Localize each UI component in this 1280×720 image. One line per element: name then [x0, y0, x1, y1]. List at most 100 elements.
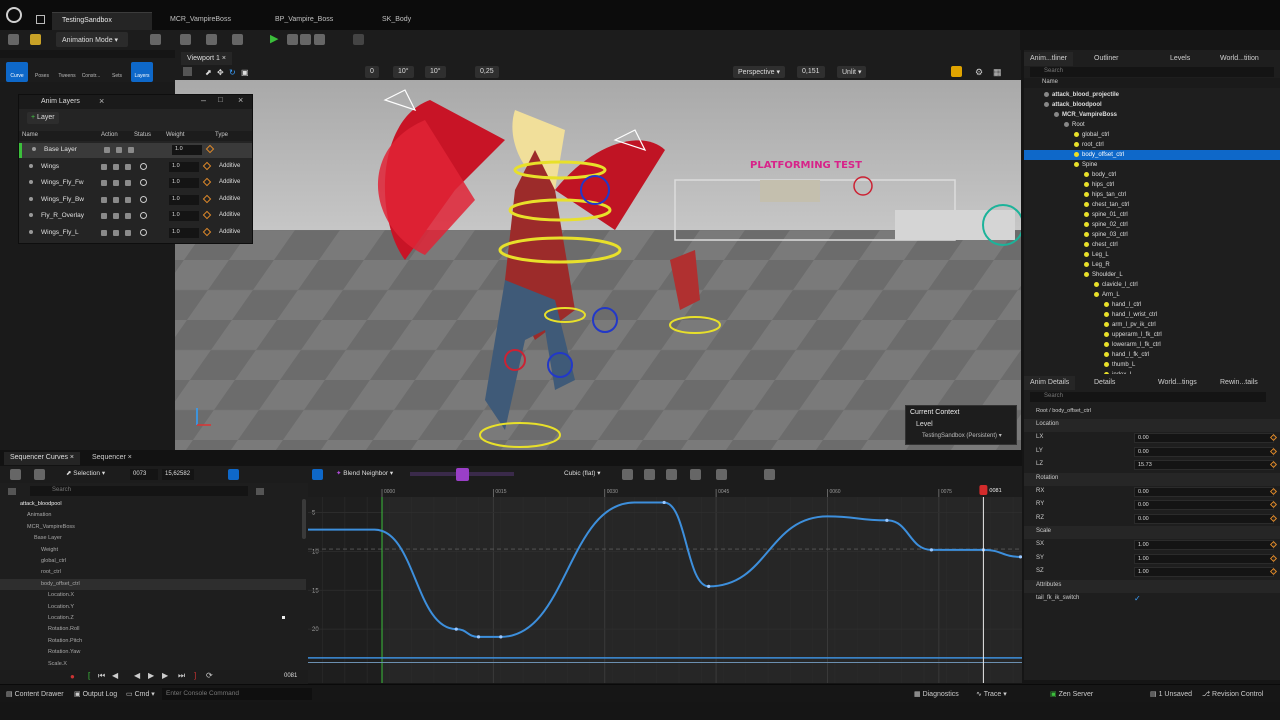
curve-key[interactable] [476, 635, 481, 639]
sequencer-search-input[interactable]: Search [30, 486, 248, 496]
property-value-field[interactable]: 0.00 [1134, 433, 1274, 443]
outliner-item[interactable]: body_offset_ctrl [1024, 150, 1280, 160]
maximize-icon[interactable]: □ [218, 95, 223, 104]
eject-icon[interactable] [314, 34, 325, 45]
details-search-input[interactable]: Search [1030, 392, 1266, 402]
window-close-icon[interactable]: × [238, 95, 243, 105]
track-row[interactable]: Location.Y [0, 602, 306, 613]
outliner-item[interactable]: global_ctrl [1024, 130, 1280, 140]
key-weight-icon[interactable] [202, 177, 212, 187]
close-icon[interactable]: × [99, 96, 104, 106]
mode-layers[interactable]: Layers [131, 62, 153, 82]
viewport-tab[interactable]: Viewport 1 × [181, 52, 232, 65]
diagnostics-button[interactable]: ▦ Diagnostics [914, 690, 959, 698]
layer-row[interactable]: Wings 1.0 Additive [19, 160, 252, 175]
mute-icon[interactable] [140, 162, 147, 170]
perspective-dropdown[interactable]: Perspective ▾ [733, 66, 786, 78]
select-icon[interactable] [125, 180, 131, 187]
key-property-icon[interactable] [1269, 514, 1278, 522]
lock-icon[interactable] [101, 180, 107, 187]
scale-snap[interactable]: 0,25 [475, 66, 499, 78]
property-value-field[interactable]: 15.73 [1134, 460, 1274, 470]
play-icon[interactable]: ▶ [148, 671, 154, 680]
outliner-item[interactable]: Leg_L [1024, 250, 1280, 260]
filter-icon[interactable] [8, 488, 16, 495]
tab-outliner[interactable]: Outliner [1088, 52, 1125, 66]
interp-dropdown[interactable]: Cubic (flat) ▾ [564, 469, 601, 477]
unsaved-button[interactable]: ▤ 1 Unsaved [1150, 690, 1192, 698]
save-icon[interactable] [8, 34, 19, 45]
property-value-field[interactable]: 1.00 [1134, 567, 1274, 577]
curve-editor[interactable]: -001500000015003000450060007500900105012… [308, 483, 1022, 683]
view-icon[interactable] [34, 469, 45, 480]
layer-type[interactable]: Additive [219, 229, 240, 235]
key-weight-icon[interactable] [202, 194, 212, 204]
mute-icon[interactable] [140, 212, 147, 220]
options-icon[interactable] [256, 488, 264, 495]
mute-icon[interactable] [140, 229, 147, 236]
unreal-logo[interactable] [6, 7, 22, 23]
add-layer-button[interactable]: + Layer [27, 112, 59, 124]
weight-field[interactable]: 1.0 [169, 194, 199, 205]
key-icon[interactable] [113, 163, 119, 170]
filter-icon[interactable] [716, 469, 727, 480]
flatten-icon[interactable] [622, 469, 633, 480]
outliner-item[interactable]: hips_ctrl [1024, 180, 1280, 190]
select-icon[interactable] [125, 230, 131, 236]
layout-icon[interactable]: ▦ [993, 67, 1002, 78]
folder-icon[interactable] [30, 34, 41, 45]
mode-constraints[interactable]: Constr... [80, 62, 102, 82]
layer-type[interactable]: Additive [219, 196, 240, 202]
settings-icon[interactable] [232, 34, 243, 45]
key-icon[interactable] [116, 147, 122, 153]
warning-icon[interactable] [951, 66, 962, 77]
layer-type[interactable]: Additive [219, 163, 240, 169]
track-row[interactable]: attack_bloodpool [0, 499, 306, 510]
tab-details[interactable]: Details [1088, 376, 1121, 390]
outliner-item[interactable]: Arm_L [1024, 290, 1280, 300]
outliner-item[interactable]: spine_03_ctrl [1024, 230, 1280, 240]
outliner-item[interactable]: Leg_R [1024, 260, 1280, 270]
property-value-field[interactable]: 0.00 [1134, 446, 1274, 457]
value-input[interactable]: 15,62582 [162, 469, 194, 480]
record-icon[interactable]: ● [70, 672, 75, 681]
key-weight-icon[interactable] [202, 161, 212, 170]
solo-icon[interactable] [29, 213, 33, 218]
checkbox[interactable]: ✓ [1134, 594, 1141, 603]
blend-handle-icon[interactable] [456, 468, 469, 481]
mode-poses[interactable]: Poses [31, 62, 53, 82]
angle-snap[interactable]: 10° [425, 66, 446, 78]
tab-rewind-details[interactable]: Rewin...tails [1214, 376, 1264, 390]
tab-bp-vampire-boss[interactable]: BP_Vampire_Boss [265, 12, 365, 30]
tab-mcr-vampireboss[interactable]: MCR_VampireBoss [160, 12, 260, 30]
add-actor-icon[interactable] [150, 34, 161, 45]
layer-row[interactable]: Base Layer 1.0 [19, 143, 252, 158]
select-icon[interactable] [125, 213, 131, 220]
outliner-item[interactable]: arm_l_pv_ik_ctrl [1024, 320, 1280, 330]
curve-key[interactable] [454, 627, 458, 631]
tab-testingsandbox[interactable]: TestingSandbox [52, 12, 152, 30]
solo-icon[interactable] [32, 147, 36, 151]
cmd-dropdown[interactable]: ▭ Cmd ▾ [126, 690, 155, 698]
solo-icon[interactable] [29, 230, 33, 234]
menu-icon[interactable] [10, 469, 21, 480]
curve-key[interactable] [499, 635, 503, 639]
curve-key[interactable] [1018, 555, 1022, 559]
outliner-item[interactable]: hand_l_fk_ctrl [1024, 350, 1280, 360]
tab-sequencer-curves[interactable]: Sequencer Curves × [4, 452, 81, 465]
tab-world-partition[interactable]: World...tition [1214, 52, 1265, 66]
lock-icon[interactable] [101, 196, 107, 203]
output-log-button[interactable]: ▣ Output Log [74, 690, 117, 698]
track-row[interactable]: body_offset_ctrl [0, 578, 306, 590]
view-mode-dropdown[interactable]: Unlit ▾ [837, 66, 867, 78]
property-value-field[interactable]: 0.00 [1134, 486, 1274, 497]
tab-sk-body[interactable]: SK_Body [372, 12, 452, 30]
section-header[interactable]: Location [1024, 419, 1280, 432]
key-property-icon[interactable] [1269, 447, 1278, 455]
home-icon[interactable] [36, 15, 45, 24]
layer-row[interactable]: Wings_Fly_Bw 1.0 Additive [19, 193, 252, 208]
straighten-icon[interactable] [644, 469, 655, 480]
property-value-field[interactable]: 1.00 [1134, 553, 1274, 564]
loop-start-icon[interactable]: [ [88, 671, 90, 680]
outliner-item[interactable]: Spine [1024, 160, 1280, 170]
